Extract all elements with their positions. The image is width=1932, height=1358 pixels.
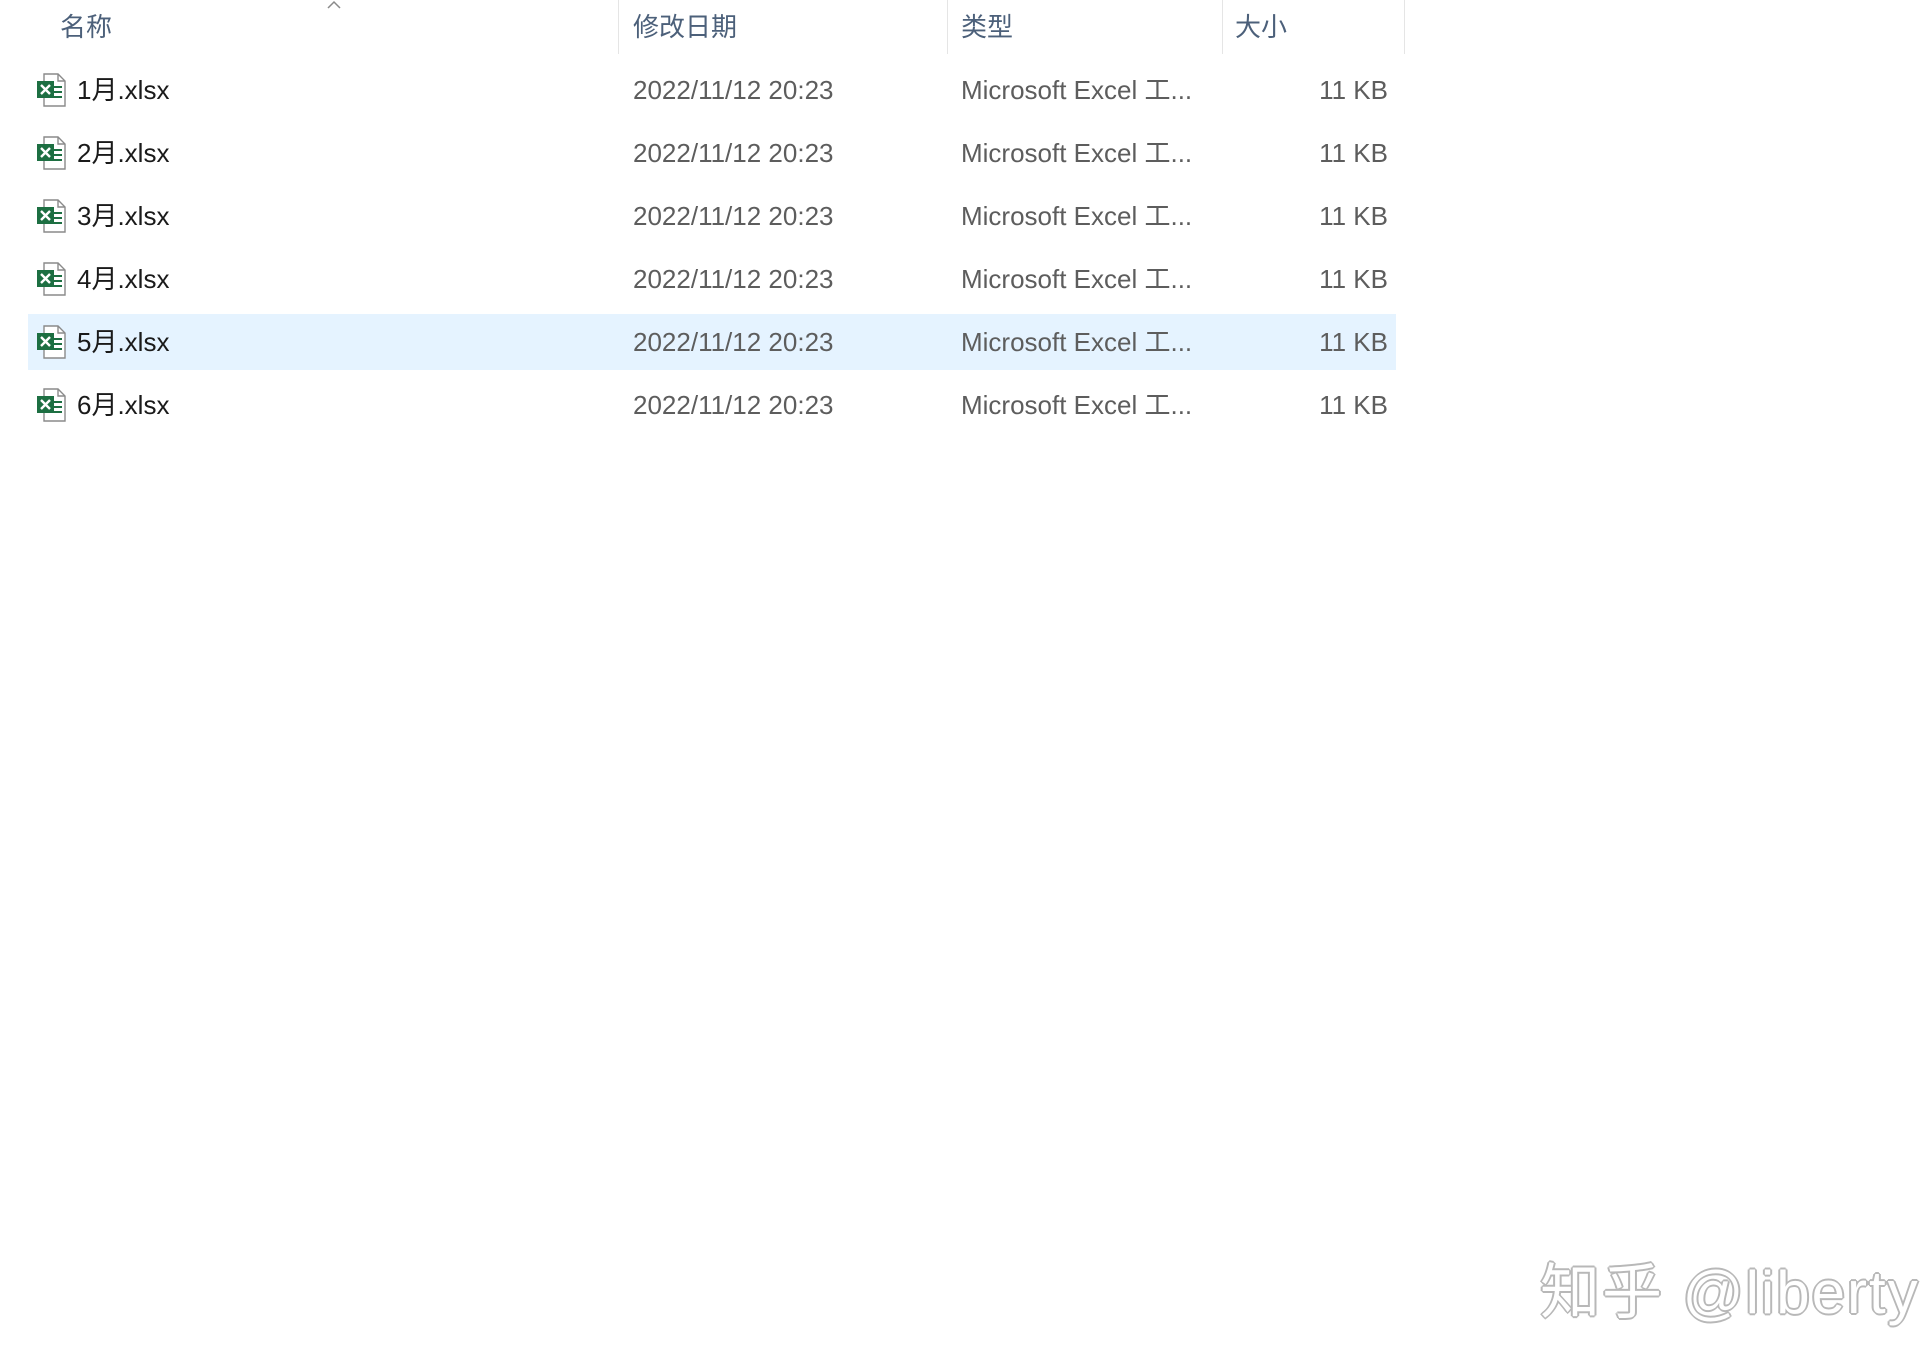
column-header-type-label: 类型 [961, 12, 1014, 42]
file-row[interactable]: 5月.xlsx 2022/11/12 20:23 Microsoft Excel… [28, 314, 1396, 370]
excel-file-icon [37, 388, 66, 422]
file-row[interactable]: 2月.xlsx 2022/11/12 20:23 Microsoft Excel… [28, 125, 1396, 181]
file-row[interactable]: 4月.xlsx 2022/11/12 20:23 Microsoft Excel… [28, 251, 1396, 307]
column-divider[interactable] [1404, 0, 1405, 54]
file-type: Microsoft Excel 工... [961, 264, 1193, 294]
file-list: 1月.xlsx 2022/11/12 20:23 Microsoft Excel… [28, 62, 1396, 440]
file-name: 3月.xlsx [77, 201, 170, 231]
file-size: 11 KB [1319, 75, 1388, 105]
file-type: Microsoft Excel 工... [961, 75, 1193, 105]
column-header-name[interactable]: 名称 [28, 0, 618, 54]
file-type: Microsoft Excel 工... [961, 390, 1193, 420]
file-size: 11 KB [1319, 327, 1388, 357]
file-row[interactable]: 1月.xlsx 2022/11/12 20:23 Microsoft Excel… [28, 62, 1396, 118]
file-modified: 2022/11/12 20:23 [633, 327, 834, 357]
excel-file-icon [37, 73, 66, 107]
column-header-size-label: 大小 [1235, 12, 1288, 42]
excel-file-icon [37, 325, 66, 359]
excel-file-icon [37, 262, 66, 296]
file-size: 11 KB [1319, 264, 1388, 294]
watermark: 知乎 @liberty [1540, 1259, 1920, 1326]
file-modified: 2022/11/12 20:23 [633, 138, 834, 168]
file-modified: 2022/11/12 20:23 [633, 390, 834, 420]
file-type: Microsoft Excel 工... [961, 138, 1193, 168]
file-size: 11 KB [1319, 138, 1388, 168]
excel-file-icon [37, 136, 66, 170]
file-name: 1月.xlsx [77, 75, 170, 105]
file-size: 11 KB [1319, 390, 1388, 420]
file-explorer-details-view: 名称 修改日期 类型 大小 1月.xlsx 2022/11/12 20:23 M… [0, 0, 1932, 1358]
file-row[interactable]: 6月.xlsx 2022/11/12 20:23 Microsoft Excel… [28, 377, 1396, 433]
column-header-type[interactable]: 类型 [948, 0, 1222, 54]
column-header-size[interactable]: 大小 [1223, 0, 1404, 54]
file-modified: 2022/11/12 20:23 [633, 264, 834, 294]
column-header-modified[interactable]: 修改日期 [619, 0, 947, 54]
column-header-name-label: 名称 [60, 12, 113, 42]
file-row[interactable]: 3月.xlsx 2022/11/12 20:23 Microsoft Excel… [28, 188, 1396, 244]
file-name: 6月.xlsx [77, 390, 170, 420]
excel-file-icon [37, 199, 66, 233]
file-type: Microsoft Excel 工... [961, 201, 1193, 231]
file-type: Microsoft Excel 工... [961, 327, 1193, 357]
column-header: 名称 修改日期 类型 大小 [0, 0, 1405, 54]
column-header-modified-label: 修改日期 [633, 12, 738, 42]
file-size: 11 KB [1319, 201, 1388, 231]
file-modified: 2022/11/12 20:23 [633, 201, 834, 231]
file-modified: 2022/11/12 20:23 [633, 75, 834, 105]
file-name: 5月.xlsx [77, 327, 170, 357]
file-name: 4月.xlsx [77, 264, 170, 294]
file-name: 2月.xlsx [77, 138, 170, 168]
